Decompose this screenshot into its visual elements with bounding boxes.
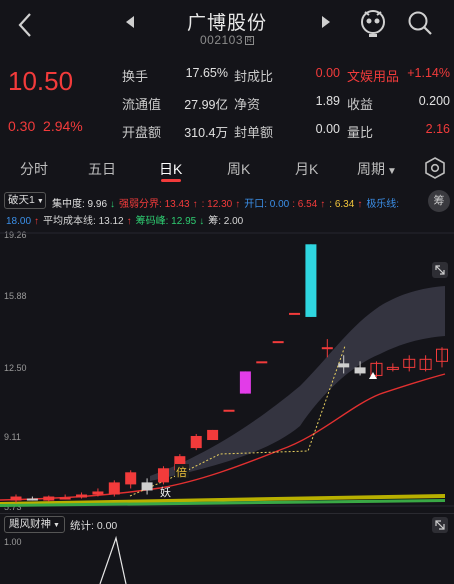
trend-arrow-icon: ↑ — [357, 199, 363, 210]
volume-ratio-value: 2.16 — [425, 122, 450, 136]
tab-period-label: 周期 — [357, 161, 385, 177]
trend-arrow-icon: ↑ — [192, 199, 198, 210]
candle-body — [157, 468, 169, 483]
earnings-label: 收益 — [347, 97, 374, 112]
indicator-selector[interactable]: 破天1 ▼ — [4, 192, 46, 209]
active-tab-indicator — [161, 179, 181, 182]
settings-hexagon-icon[interactable] — [424, 156, 446, 180]
sub-panel-header: 飓风财神 ▼ 统计: 0.00 — [0, 513, 454, 535]
trend-arrow-icon: ↑ — [320, 199, 326, 210]
candle-body — [256, 361, 268, 364]
dropdown-caret-icon: ▼ — [53, 522, 60, 529]
candle-body — [10, 496, 22, 501]
sub-indicator-selector[interactable]: 飓风财神 ▼ — [4, 516, 65, 533]
float-value-value: 27.99亿 — [184, 98, 228, 112]
candle-body — [354, 367, 366, 374]
dropdown-caret-icon: ▼ — [36, 198, 44, 205]
current-price: 10.50 — [8, 66, 74, 96]
candle-body — [59, 497, 71, 500]
net-asset-label: 净资 — [234, 97, 261, 112]
price-change: 0.30 2.94% — [8, 118, 83, 134]
caret-down-icon: ▼ — [387, 166, 397, 177]
net-asset-value: 1.89 — [315, 94, 340, 108]
tab-weekly-k[interactable]: 周K — [227, 159, 250, 179]
earnings-value: 0.200 — [418, 94, 450, 108]
indicator-selector-label: 破天1 — [8, 194, 35, 206]
annotation-yao: 妖 — [160, 485, 171, 499]
price-change-value: 0.30 — [8, 118, 36, 134]
sector-change: +1.14% — [407, 66, 450, 80]
sub-stat-text: 统计: 0.00 — [70, 520, 118, 532]
indicator-legend-item: : 12.30 — [201, 199, 233, 210]
candlestick-chart[interactable]: 倍 妖 — [0, 226, 454, 513]
chip-distribution-button[interactable]: 筹 — [428, 190, 450, 212]
tab-intraday[interactable]: 分时 — [20, 159, 48, 179]
robot-assistant-icon[interactable] — [357, 8, 389, 40]
next-stock-icon[interactable] — [320, 15, 332, 29]
sub-spike-line — [99, 535, 127, 584]
candles-group — [10, 244, 448, 503]
candle-body — [305, 244, 317, 317]
indicator-legend-item: 强弱分界: 13.43 — [119, 199, 190, 210]
open-amount-label: 开盘额 — [122, 125, 162, 140]
turnover-value: 17.65% — [185, 66, 228, 80]
app-header: 广博股份 002103 R — [0, 0, 454, 52]
candle-body — [223, 409, 235, 412]
seal-amount-value: 0.00 — [315, 122, 340, 136]
candle-body — [92, 491, 104, 495]
float-value-label: 流通值 — [122, 97, 162, 112]
candle-body — [272, 341, 284, 344]
seal-ratio-label: 封成比 — [234, 69, 274, 84]
tab-daily-k[interactable]: 日K — [159, 159, 182, 179]
candle-body — [43, 496, 55, 501]
candle-body — [239, 371, 251, 394]
search-icon[interactable] — [406, 9, 434, 37]
candle-body — [207, 429, 219, 441]
candle-body — [321, 347, 333, 350]
tab-period[interactable]: 周期 ▼ — [357, 159, 397, 179]
trend-arrow-icon: ↑ — [235, 199, 241, 210]
period-tabs: 分时 五日 日K 周K 月K 周期 ▼ — [0, 152, 454, 188]
indicator-legend-item: 开口: 0.00 — [244, 199, 290, 210]
seal-amount-label: 封单额 — [234, 125, 274, 140]
trend-arrow-icon: ↓ — [110, 199, 116, 210]
candle-body — [289, 312, 301, 315]
candle-body — [26, 498, 38, 501]
annotation-bei: 倍 — [176, 465, 187, 479]
tab-monthly-k[interactable]: 月K — [295, 159, 318, 179]
cost-line — [0, 373, 446, 501]
candle-body — [76, 494, 88, 498]
candle-body — [338, 363, 350, 368]
candle-body — [125, 472, 137, 485]
volume-ratio-label: 量比 — [347, 125, 374, 140]
price-change-pct: 2.94% — [43, 118, 83, 134]
candle-body — [141, 482, 153, 491]
open-amount-value: 310.4万 — [184, 126, 228, 140]
stock-code-text: 002103 — [199, 33, 244, 47]
sub-indicator-chart — [99, 535, 127, 584]
indicator-legend-item: : 6.34 — [329, 199, 355, 210]
indicator-legend-line-1: 集中度: 9.96 ↓ 强弱分界: 13.43 ↑: 12.30 ↑ 开口: 0.00: … — [52, 195, 402, 210]
candle-body — [190, 435, 202, 449]
indicator-legend-item: 集中度: 9.96 — [52, 199, 108, 210]
turnover-label: 换手 — [122, 69, 149, 84]
tab-five-day[interactable]: 五日 — [88, 159, 116, 179]
seal-ratio-value: 0.00 — [315, 66, 340, 80]
candle-body — [108, 482, 120, 495]
indicator-legend-item: 极乐线: — [366, 199, 400, 210]
sub-indicator-label: 飓风财神 — [9, 518, 51, 530]
indicator-legend-item: : 6.54 — [292, 199, 318, 210]
rz-badge: R — [245, 36, 255, 46]
expand-icon[interactable] — [432, 517, 448, 533]
expand-corner-icon[interactable] — [432, 262, 448, 278]
indicator-legend-line-2: 18.00 ↑ 平均成本线: 13.12 ↑ 筹码峰: 12.95 ↓ 筹: 2.00 — [6, 212, 246, 227]
sector-name[interactable]: 文娱用品 — [347, 66, 399, 85]
